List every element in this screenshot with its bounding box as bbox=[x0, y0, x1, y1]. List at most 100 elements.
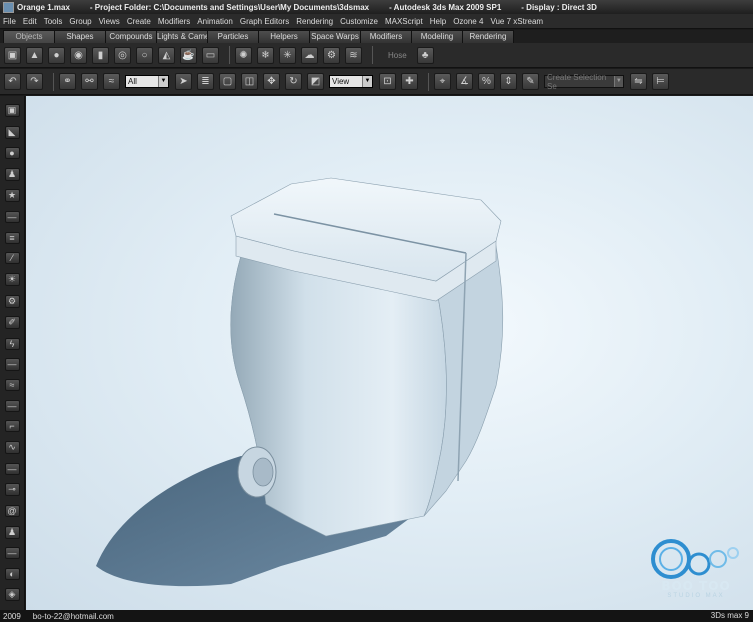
tree-icon[interactable]: ♣ bbox=[416, 46, 434, 64]
cone-icon[interactable]: ▲ bbox=[26, 46, 43, 64]
gear-icon[interactable]: ⚙ bbox=[4, 294, 20, 308]
hose-button[interactable]: Hose bbox=[388, 51, 407, 60]
pivot-center-icon[interactable]: ⊡ bbox=[379, 73, 396, 90]
divider-icon: — bbox=[4, 399, 20, 412]
unlink-icon[interactable]: ⚯ bbox=[81, 73, 98, 90]
toolbar-separator bbox=[229, 46, 230, 64]
menu-item-vue-7-xstream[interactable]: Vue 7 xStream bbox=[490, 17, 543, 26]
mirror-icon[interactable]: ⇋ bbox=[630, 73, 647, 90]
menu-item-rendering[interactable]: Rendering bbox=[296, 17, 333, 26]
spring-icon[interactable]: ≋ bbox=[345, 46, 362, 64]
wand-icon[interactable]: ⁄ bbox=[4, 252, 20, 265]
perspective-viewport[interactable]: BOO TOO STUDIO MAX bbox=[26, 96, 753, 610]
selection-filter-value: All bbox=[128, 77, 137, 86]
sphere-icon[interactable]: ● bbox=[4, 147, 20, 160]
menu-item-ozone-4[interactable]: Ozone 4 bbox=[453, 17, 483, 26]
tab-space-warps[interactable]: Space Warps bbox=[309, 30, 361, 43]
angle-snap-icon[interactable]: ∡ bbox=[456, 73, 473, 90]
tab-particles[interactable]: Particles bbox=[207, 30, 259, 43]
tab-modifiers[interactable]: Modifiers bbox=[360, 30, 412, 43]
menu-item-tools[interactable]: Tools bbox=[44, 17, 63, 26]
title-project-folder: - Project Folder: C:\Documents and Setti… bbox=[89, 2, 370, 12]
menu-item-group[interactable]: Group bbox=[69, 17, 91, 26]
toolbar-separator bbox=[372, 46, 373, 64]
torus-icon[interactable]: ○ bbox=[136, 46, 153, 64]
cylinder-icon[interactable]: ▮ bbox=[92, 46, 109, 64]
spinner-snap-icon[interactable]: ⇕ bbox=[500, 73, 517, 90]
window-crossing-icon[interactable]: ◫ bbox=[241, 73, 258, 90]
menu-item-edit[interactable]: Edit bbox=[23, 17, 37, 26]
box-icon[interactable]: ▣ bbox=[4, 104, 20, 117]
divider-icon: — bbox=[4, 547, 20, 560]
tab-helpers[interactable]: Helpers bbox=[258, 30, 310, 43]
select-move-icon[interactable]: ✥ bbox=[263, 73, 280, 90]
warp-icon[interactable]: ∿ bbox=[4, 441, 20, 455]
plane-icon[interactable]: ▭ bbox=[202, 46, 219, 64]
snap-toggle-icon[interactable]: ⌖ bbox=[434, 73, 451, 90]
gear-icon[interactable]: ⚙ bbox=[323, 46, 340, 64]
selection-filter-dropdown[interactable]: All ▼ bbox=[125, 75, 169, 88]
lightning-icon[interactable]: ϟ bbox=[4, 337, 20, 350]
chevron-down-icon: ▼ bbox=[362, 76, 372, 87]
eye-icon[interactable]: ◐ bbox=[4, 567, 20, 580]
brush-icon[interactable]: ✐ bbox=[4, 316, 20, 330]
divider-icon: — bbox=[4, 462, 20, 475]
stack-icon[interactable]: ≡ bbox=[4, 231, 20, 244]
toolbar-separator bbox=[428, 72, 429, 91]
undo-icon[interactable]: ↶ bbox=[4, 73, 21, 90]
menu-item-help[interactable]: Help bbox=[430, 17, 446, 26]
tab-objects[interactable]: Objects bbox=[3, 30, 55, 43]
tab-modeling[interactable]: Modeling bbox=[411, 30, 463, 43]
teapot-icon[interactable]: ☕ bbox=[180, 46, 197, 64]
link-icon[interactable]: ⚭ bbox=[59, 73, 76, 90]
pcloud-icon[interactable]: ☁ bbox=[301, 46, 318, 64]
edit-named-selection-icon[interactable]: ✎ bbox=[522, 73, 539, 90]
figure-icon[interactable]: ♟ bbox=[4, 167, 20, 181]
tab-rendering[interactable]: Rendering bbox=[462, 30, 514, 43]
menu-item-file[interactable]: File bbox=[3, 17, 16, 26]
pyramid-icon[interactable]: ◭ bbox=[158, 46, 175, 64]
rectangular-selection-icon[interactable]: ▢ bbox=[219, 73, 236, 90]
blizzard-icon[interactable]: ✳ bbox=[279, 46, 296, 64]
star-icon[interactable]: ★ bbox=[4, 189, 20, 203]
percent-snap-icon[interactable]: % bbox=[478, 73, 495, 90]
menu-item-maxscript[interactable]: MAXScript bbox=[385, 17, 423, 26]
select-scale-icon[interactable]: ◩ bbox=[307, 73, 324, 90]
wedge-icon[interactable]: ◣ bbox=[4, 125, 20, 139]
tab-lights-cameras[interactable]: Lights & Cameras bbox=[156, 30, 208, 43]
menu-item-animation[interactable]: Animation bbox=[197, 17, 233, 26]
tab-shapes[interactable]: Shapes bbox=[54, 30, 106, 43]
snow-icon[interactable]: ❄ bbox=[257, 46, 274, 64]
select-object-icon[interactable]: ➤ bbox=[175, 73, 192, 90]
select-by-name-icon[interactable]: ≣ bbox=[197, 73, 214, 90]
geosphere-icon[interactable]: ◉ bbox=[70, 46, 87, 64]
tube-icon[interactable]: ◎ bbox=[114, 46, 131, 64]
sphere-icon[interactable]: ● bbox=[48, 46, 65, 64]
figure-icon[interactable]: ♟ bbox=[4, 525, 20, 539]
menu-item-customize[interactable]: Customize bbox=[340, 17, 378, 26]
spiral-icon[interactable]: @ bbox=[4, 504, 20, 517]
main-toolbar: ↶ ↷ ⚭ ⚯ ≈ All ▼ ➤ ≣ ▢ ◫ ✥ ↻ ◩ View ▼ ⊡ ✚… bbox=[0, 69, 753, 95]
redo-icon[interactable]: ↷ bbox=[26, 73, 43, 90]
tab-compounds[interactable]: Compounds bbox=[105, 30, 157, 43]
bone-icon[interactable]: ⊸ bbox=[4, 483, 20, 497]
bind-space-warp-icon[interactable]: ≈ bbox=[103, 73, 120, 90]
menu-item-modifiers[interactable]: Modifiers bbox=[158, 17, 190, 26]
menu-item-create[interactable]: Create bbox=[127, 17, 151, 26]
manipulate-icon[interactable]: ✚ bbox=[401, 73, 418, 90]
menu-item-views[interactable]: Views bbox=[99, 17, 120, 26]
menu-item-graph-editors[interactable]: Graph Editors bbox=[240, 17, 289, 26]
cube-icon[interactable]: ◈ bbox=[4, 588, 20, 602]
sun-icon[interactable]: ☀ bbox=[4, 273, 20, 286]
title-display-driver: - Display : Direct 3D bbox=[521, 2, 597, 12]
reference-coordinate-dropdown[interactable]: View ▼ bbox=[329, 75, 373, 88]
waves-icon[interactable]: ≈ bbox=[4, 379, 20, 392]
align-icon[interactable]: ⊨ bbox=[652, 73, 669, 90]
box-icon[interactable]: ▣ bbox=[4, 46, 21, 64]
chevron-down-icon: ▼ bbox=[613, 76, 623, 87]
named-selection-set-dropdown[interactable]: Create Selection Se ▼ bbox=[544, 73, 624, 91]
select-rotate-icon[interactable]: ↻ bbox=[285, 73, 302, 90]
hook-icon[interactable]: ⌐ bbox=[4, 420, 20, 433]
spray-icon[interactable]: ✺ bbox=[235, 46, 252, 64]
app-icon[interactable] bbox=[3, 1, 14, 13]
